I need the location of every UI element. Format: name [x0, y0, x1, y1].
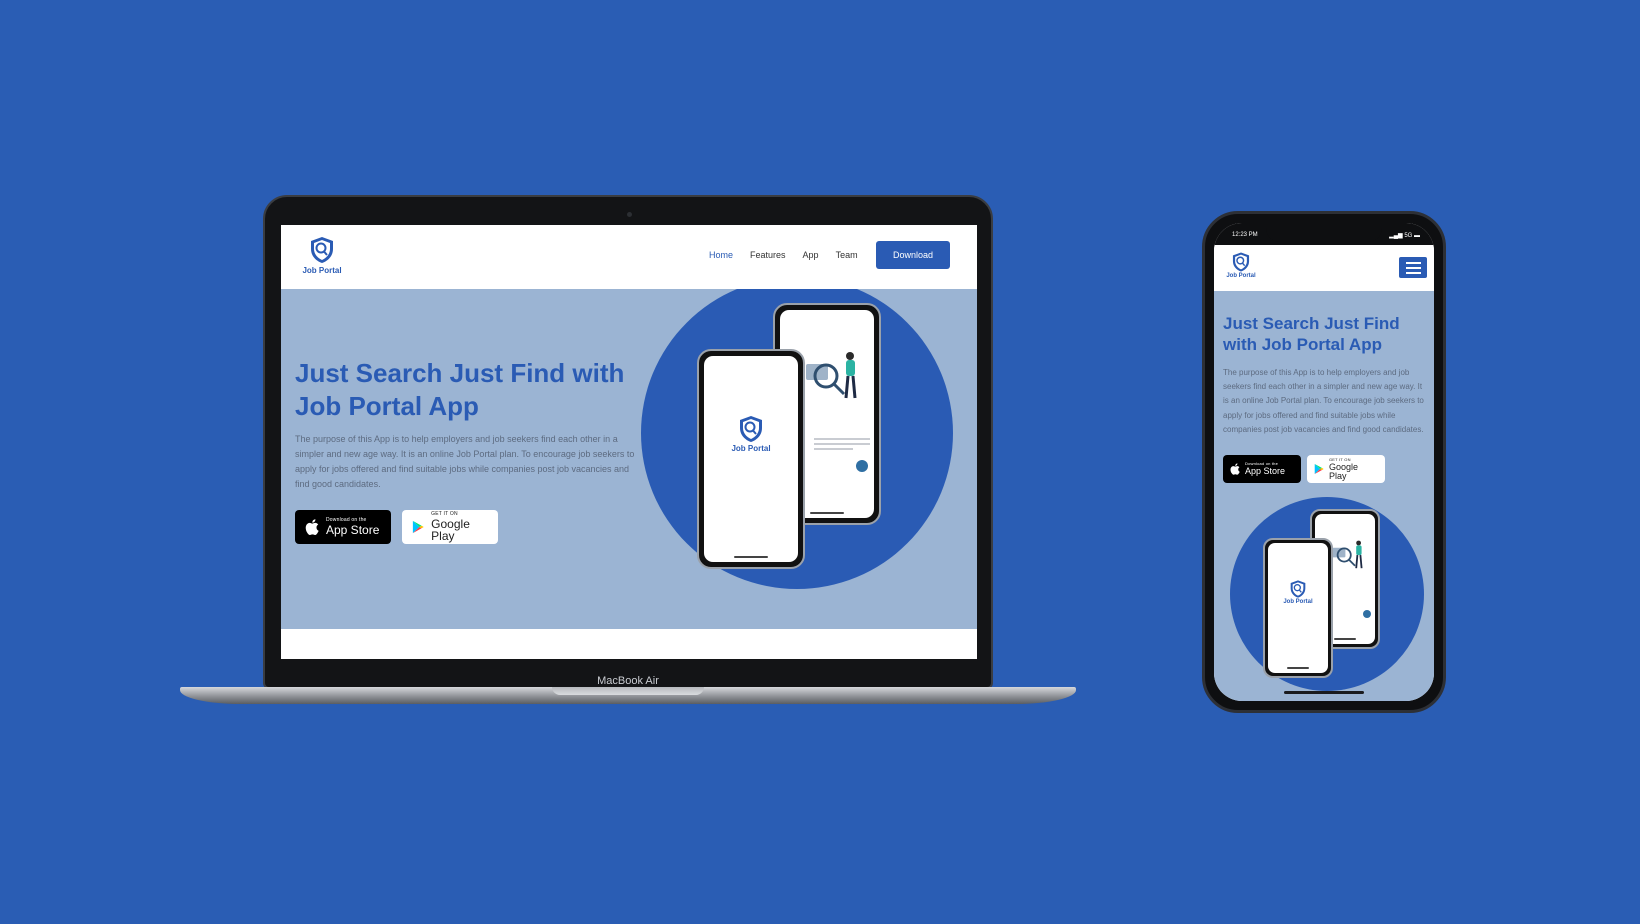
signal-icon: ▂▄▆ [1389, 233, 1403, 239]
app-store-label: App Store [326, 523, 380, 537]
mobile-hero-description: The purpose of this App is to help emplo… [1223, 368, 1424, 434]
shield-magnifier-icon [311, 237, 333, 263]
apple-icon [1230, 463, 1240, 475]
google-play-icon [1314, 464, 1324, 474]
battery-icon: ▬ [1414, 233, 1420, 239]
status-time: 12:23 PM [1232, 232, 1258, 238]
mobile-app-store-label: App Store [1245, 466, 1286, 476]
mobile-hero-section: Just Search Just Find with Job Portal Ap… [1214, 291, 1434, 701]
mobile-mockup-brand-name: Job Portal [1283, 599, 1313, 606]
nav-links: Home Features App Team [709, 250, 858, 260]
mobile-mockup: 12:23 PM ▂▄▆ 5G ▬ Job Portal Just Search… [1202, 211, 1446, 713]
mockup-brand-name: Job Portal [731, 443, 771, 453]
mobile-brand-name: Job Portal [1226, 273, 1256, 279]
network-type: 5G [1404, 233, 1413, 239]
hero-description: The purpose of this App is to help emplo… [295, 434, 635, 489]
google-play-button[interactable]: GET IT ON Google Play [402, 510, 498, 544]
next-arrow-icon [856, 460, 868, 472]
laptop-screen: Job Portal Home Features App Team Downlo… [281, 225, 977, 659]
job-search-illustration [1332, 540, 1363, 569]
brand-name: Job Portal [302, 266, 342, 275]
hero-section: Just Search Just Find with Job Portal Ap… [281, 289, 977, 629]
apple-icon [305, 519, 319, 535]
brand-logo[interactable]: Job Portal [299, 235, 345, 275]
shield-magnifier-icon [1290, 580, 1306, 599]
mobile-google-play-small-text: GET IT ON [1329, 456, 1351, 462]
nav-link-features[interactable]: Features [750, 250, 786, 260]
hamburger-menu-icon[interactable] [1399, 257, 1427, 278]
nav-link-app[interactable]: App [803, 250, 819, 260]
nav-link-team[interactable]: Team [836, 250, 858, 260]
laptop-mockup: Job Portal Home Features App Team Downlo… [263, 195, 993, 689]
google-play-label: Google Play [431, 517, 470, 543]
hero-title: Just Search Just Find with Job Portal Ap… [295, 358, 625, 421]
app-store-button[interactable]: Download on the App Store [295, 510, 391, 544]
mockup-phone-front: Job Portal [697, 349, 805, 569]
laptop-camera [627, 212, 632, 217]
section-divider [281, 629, 977, 659]
mobile-hero-title: Just Search Just Find with Job Portal Ap… [1223, 314, 1400, 354]
google-play-icon [412, 520, 424, 534]
mobile-google-play-button[interactable]: GET IT ON Google Play [1307, 455, 1385, 483]
store-badges: Download on the App Store GET IT ON Goog… [295, 510, 498, 544]
mobile-store-badges: Download on the App Store GET IT ON Goog… [1223, 455, 1385, 483]
nav-link-home[interactable]: Home [709, 250, 733, 260]
mobile-app-store-button[interactable]: Download on the App Store [1223, 455, 1301, 483]
navbar: Job Portal Home Features App Team Downlo… [281, 225, 977, 289]
mobile-brand-logo[interactable]: Job Portal [1224, 251, 1258, 279]
download-button[interactable]: Download [876, 241, 950, 269]
status-bar: 12:23 PM ▂▄▆ 5G ▬ [1214, 223, 1434, 245]
job-search-illustration [806, 352, 857, 399]
next-arrow-icon [1363, 610, 1371, 618]
mobile-navbar: Job Portal [1214, 245, 1434, 291]
shield-magnifier-icon [740, 415, 762, 442]
mobile-screen: 12:23 PM ▂▄▆ 5G ▬ Job Portal Just Search… [1214, 223, 1434, 701]
laptop-base [180, 687, 1076, 704]
mobile-google-play-label: Google Play [1329, 461, 1359, 481]
mobile-mockup-phone-front: Job Portal [1263, 538, 1333, 678]
device-label: MacBook Air [597, 675, 659, 687]
home-indicator [1284, 691, 1364, 694]
phone-notch [1266, 223, 1382, 242]
shield-magnifier-icon [1232, 252, 1250, 272]
